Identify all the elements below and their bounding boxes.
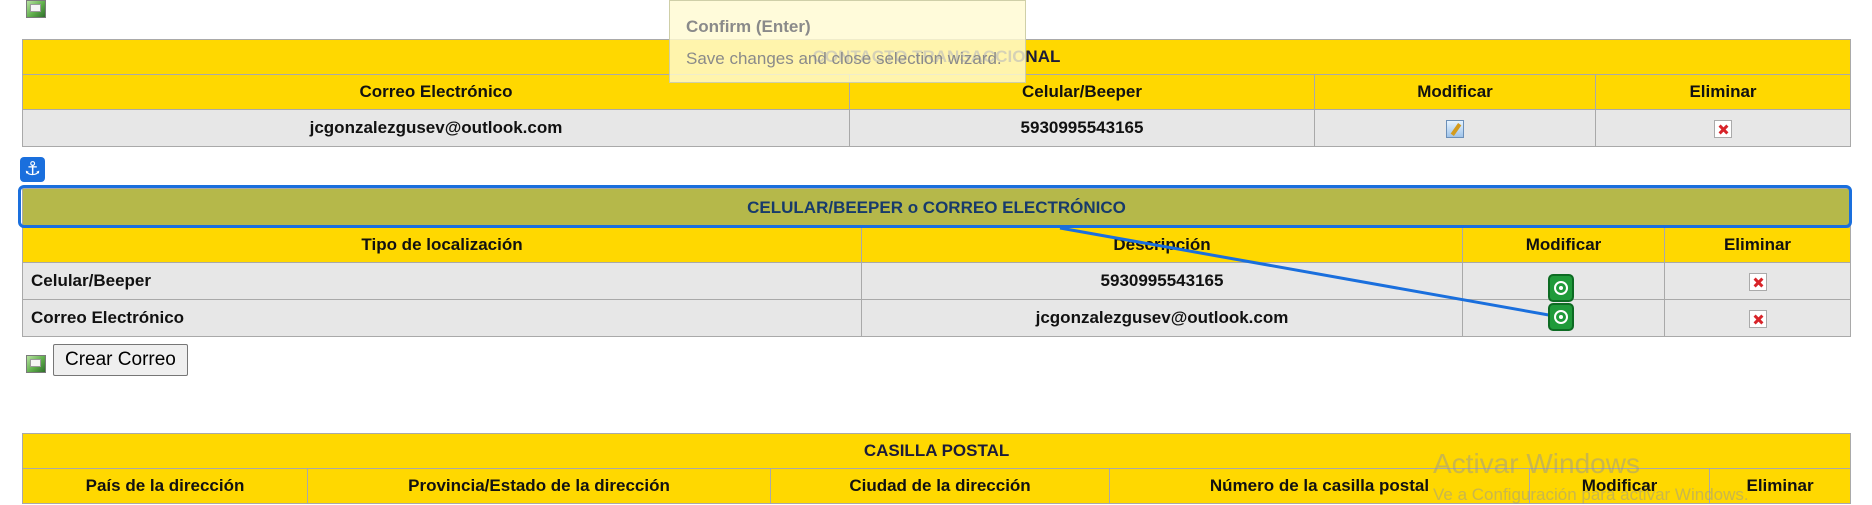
- anchor-icon[interactable]: ⚓: [20, 157, 45, 182]
- delete-cell: [1664, 299, 1851, 337]
- edit-icon[interactable]: [1446, 119, 1464, 138]
- col-header-modify: Modificar: [1462, 227, 1665, 263]
- descripcion-cell: 5930995543165: [861, 262, 1463, 300]
- col-header-delete: Eliminar: [1664, 227, 1851, 263]
- celular-correo-table: CELULAR/BEEPER o CORREO ELECTRÓNICO Tipo…: [22, 188, 1851, 337]
- delete-icon[interactable]: [1748, 309, 1767, 328]
- add-record-icon[interactable]: [26, 0, 46, 18]
- activation-watermark-text: Ve a Configuración para activar Windows.: [1433, 485, 1749, 504]
- tooltip-title: Confirm (Enter): [686, 17, 811, 36]
- delete-cell: [1664, 262, 1851, 300]
- table-row: jcgonzalezgusev@outlook.com 593099554316…: [22, 109, 1851, 147]
- add-record-icon[interactable]: [26, 355, 46, 373]
- col-header-pais: País de la dirección: [22, 468, 308, 504]
- table-row: Celular/Beeper 5930995543165: [22, 262, 1851, 300]
- col-header-modify: Modificar: [1314, 74, 1596, 110]
- delete-icon[interactable]: [1748, 272, 1767, 291]
- phone-cell: 5930995543165: [849, 109, 1315, 147]
- target-edit-icon[interactable]: [1548, 303, 1574, 331]
- confirm-tooltip: Confirm (Enter) Save changes and close s…: [669, 0, 1026, 83]
- email-cell: jcgonzalezgusev@outlook.com: [22, 109, 850, 147]
- modify-cell: [1314, 109, 1596, 147]
- crear-correo-button[interactable]: Crear Correo: [53, 344, 188, 376]
- delete-icon[interactable]: [1714, 119, 1732, 138]
- tipo-cell: Celular/Beeper: [22, 262, 862, 300]
- celular-title[interactable]: CELULAR/BEEPER o CORREO ELECTRÓNICO: [22, 188, 1851, 228]
- tooltip-text: Save changes and close selection wizard.: [686, 49, 1002, 68]
- target-edit-icon[interactable]: [1548, 274, 1574, 302]
- delete-cell: [1595, 109, 1851, 147]
- col-header-delete: Eliminar: [1595, 74, 1851, 110]
- col-header-ciudad: Ciudad de la dirección: [770, 468, 1110, 504]
- descripcion-cell: jcgonzalezgusev@outlook.com: [861, 299, 1463, 337]
- col-header-tipo: Tipo de localización: [22, 227, 862, 263]
- col-header-provincia: Provincia/Estado de la dirección: [307, 468, 771, 504]
- activation-watermark-title: Activar Windows: [1433, 448, 1640, 479]
- table-row: Correo Electrónico jcgonzalezgusev@outlo…: [22, 299, 1851, 337]
- tipo-cell: Correo Electrónico: [22, 299, 862, 337]
- col-header-descripcion: Descripción: [861, 227, 1463, 263]
